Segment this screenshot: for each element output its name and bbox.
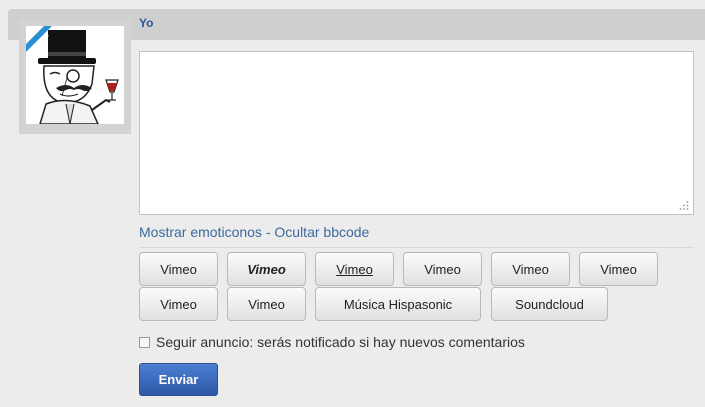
bbcode-button-vimeo[interactable]: Vimeo [227,252,306,286]
bbcode-button-vimeo[interactable]: Vimeo [579,252,658,286]
troll-avatar-icon: TROLL [26,26,119,124]
subscribe-row: Seguir anuncio: serás notificado si hay … [139,334,525,350]
bbcode-button-vimeo[interactable]: Vimeo [139,287,218,321]
submit-button[interactable]: Enviar [139,363,218,396]
bbcode-button-musica-hispasonic[interactable]: Música Hispasonic [315,287,481,321]
bbcode-button-vimeo[interactable]: Vimeo [403,252,482,286]
bbcode-button-soundcloud[interactable]: Soundcloud [491,287,608,321]
bbcode-button-vimeo[interactable]: Vimeo [227,287,306,321]
avatar: TROLL [26,26,124,124]
editor-links: Mostrar emoticonos - Ocultar bbcode [139,224,369,240]
bbcode-button-vimeo[interactable]: Vimeo [491,252,570,286]
bbcode-button-vimeo[interactable]: Vimeo [139,252,218,286]
resize-grip-icon[interactable] [679,200,689,210]
subscribe-checkbox[interactable] [139,336,150,348]
avatar-frame: TROLL [19,19,131,134]
hide-bbcode-link[interactable]: Ocultar bbcode [274,224,369,240]
divider [139,247,694,248]
show-emoticons-link[interactable]: Mostrar emoticonos [139,224,262,240]
links-separator: - [261,224,275,240]
username[interactable]: Yo [139,16,153,30]
subscribe-label[interactable]: Seguir anuncio: serás notificado si hay … [156,334,525,350]
comment-textarea[interactable] [139,51,694,215]
bbcode-button-vimeo[interactable]: Vimeo [315,252,394,286]
